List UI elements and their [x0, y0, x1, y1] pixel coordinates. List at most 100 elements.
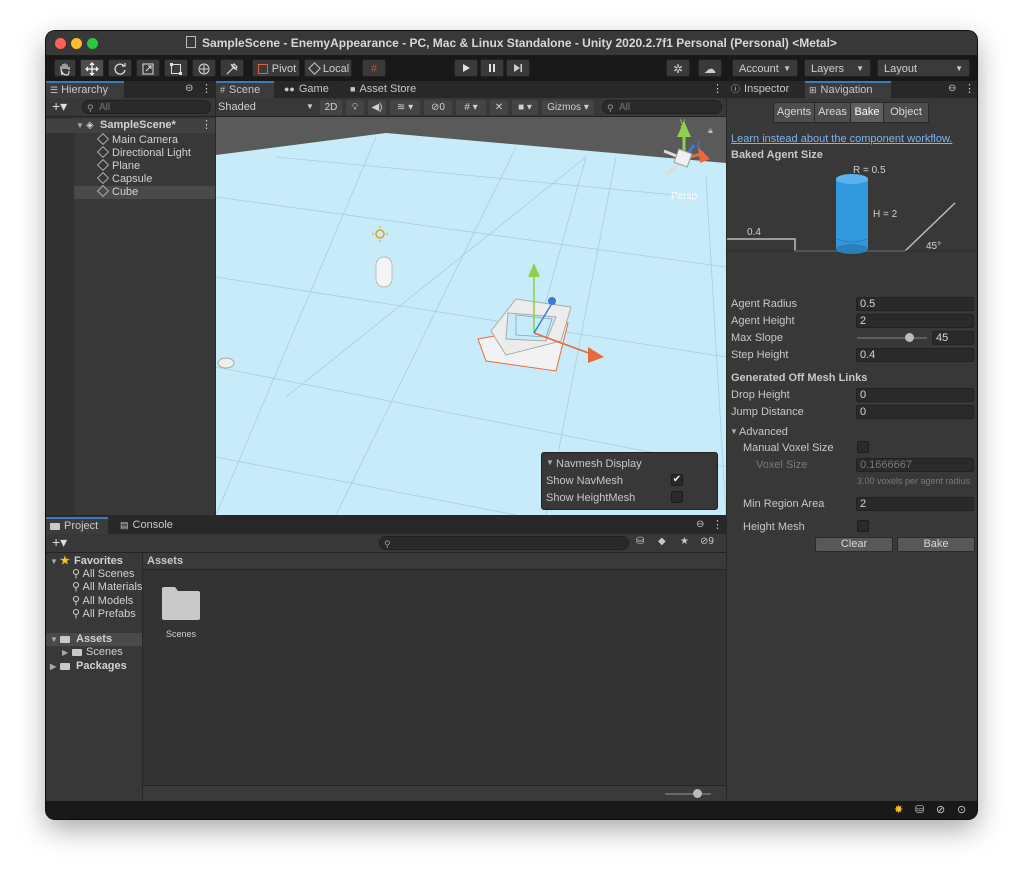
show-heightmesh-checkbox[interactable]: [671, 491, 683, 503]
tab-hierarchy[interactable]: ☰ Hierarchy: [46, 81, 124, 98]
segment-object[interactable]: Object: [884, 103, 928, 122]
lock-icon[interactable]: ⊖: [185, 83, 193, 94]
shading-mode-dropdown[interactable]: Shaded ▼: [218, 100, 314, 114]
hand-tool-button[interactable]: [54, 59, 76, 77]
pivot-toggle[interactable]: Pivot: [252, 59, 300, 77]
zoom-slider-track[interactable]: [665, 793, 711, 795]
advanced-foldout[interactable]: Advanced: [739, 426, 788, 438]
effects-dropdown[interactable]: ≋ ▾: [390, 100, 420, 115]
camera-dropdown[interactable]: ■ ▾: [512, 100, 538, 115]
toggle-2d-button[interactable]: 2D: [320, 100, 342, 115]
favorite-star-icon[interactable]: ★: [680, 536, 689, 547]
filter-by-type-icon[interactable]: ⛁: [636, 536, 644, 547]
grid-dropdown[interactable]: # ▾: [456, 100, 486, 115]
scenes-folder-row[interactable]: ▶ Scenes: [46, 646, 142, 659]
scene-row[interactable]: ▼ ◈ SampleScene* ⋮: [46, 119, 215, 133]
component-workflow-link[interactable]: Learn instead about the component workfl…: [731, 133, 952, 145]
perspective-label[interactable]: Persp: [671, 191, 698, 202]
assets-folder-row[interactable]: ▼ Assets: [46, 633, 142, 646]
clear-button[interactable]: Clear: [815, 537, 893, 552]
move-tool-button[interactable]: [80, 59, 104, 77]
pause-button[interactable]: [480, 59, 504, 77]
camera-gizmo-icon[interactable]: [217, 357, 235, 369]
progress-icon[interactable]: ✸: [894, 803, 903, 816]
min-region-field[interactable]: 2: [856, 497, 974, 511]
create-asset-button[interactable]: +▾: [52, 534, 67, 551]
bake-button[interactable]: Bake: [897, 537, 975, 552]
agent-height-field[interactable]: 2: [856, 314, 974, 328]
capsule-object[interactable]: [375, 256, 393, 288]
rect-tool-button[interactable]: [164, 59, 188, 77]
hidden-objects-toggle[interactable]: ⊘0: [424, 100, 452, 115]
segment-bake[interactable]: Bake: [851, 103, 884, 122]
asset-item-scenes[interactable]: Scenes: [161, 585, 201, 647]
hierarchy-item-directional-light[interactable]: Directional Light: [46, 145, 215, 160]
segment-agents[interactable]: Agents: [774, 103, 815, 122]
hierarchy-item-capsule[interactable]: Capsule: [46, 171, 215, 186]
step-button[interactable]: [506, 59, 530, 77]
tab-project[interactable]: Project: [46, 517, 108, 534]
favorite-item[interactable]: ⚲ All Materials: [72, 581, 142, 594]
max-slope-slider-track[interactable]: [857, 337, 927, 339]
hierarchy-item-plane[interactable]: Plane: [46, 158, 215, 173]
jump-distance-field[interactable]: 0: [856, 405, 974, 419]
kebab-menu-icon[interactable]: ⋮: [964, 82, 975, 95]
play-button[interactable]: [454, 59, 478, 77]
show-navmesh-checkbox[interactable]: ✔: [671, 474, 683, 486]
audio-toggle[interactable]: ◀): [368, 100, 386, 115]
collab-button[interactable]: ✲: [666, 59, 690, 77]
drop-height-field[interactable]: 0: [856, 388, 974, 402]
kebab-menu-icon[interactable]: ⋮: [201, 119, 212, 132]
max-slope-field[interactable]: 45: [932, 331, 974, 345]
debug-mode-icon[interactable]: ⊘: [936, 803, 945, 816]
kebab-menu-icon[interactable]: ⋮: [201, 82, 212, 95]
lock-icon[interactable]: ⊖: [696, 519, 704, 530]
hierarchy-search-input[interactable]: ⚲ All: [82, 100, 211, 114]
scene-search-input[interactable]: ⚲ All: [602, 100, 722, 114]
packages-folder-row[interactable]: ▶ Packages: [46, 660, 142, 673]
lighting-toggle[interactable]: 💡︎: [346, 100, 364, 115]
rotate-tool-button[interactable]: [108, 59, 132, 77]
height-mesh-checkbox[interactable]: [857, 520, 869, 532]
grid-snap-button[interactable]: #: [362, 59, 386, 77]
layers-dropdown[interactable]: Layers ▼: [804, 59, 871, 77]
filter-by-label-icon[interactable]: ◆: [658, 536, 666, 547]
lock-icon[interactable]: ⊖: [948, 83, 956, 94]
cache-server-icon[interactable]: ⛁: [915, 803, 924, 816]
cloud-button[interactable]: ☁: [698, 59, 722, 77]
kebab-menu-icon[interactable]: ⋮: [712, 82, 723, 95]
favorite-item[interactable]: ⚲ All Prefabs: [72, 608, 136, 621]
scale-tool-button[interactable]: [136, 59, 160, 77]
segment-areas[interactable]: Areas: [815, 103, 851, 122]
kebab-menu-icon[interactable]: ⋮: [712, 518, 723, 531]
custom-tool-button[interactable]: [220, 59, 244, 77]
step-height-field[interactable]: 0.4: [856, 348, 974, 362]
tab-game[interactable]: ●● Game: [280, 81, 338, 98]
chevron-down-icon[interactable]: ▼: [546, 458, 554, 467]
tab-inspector[interactable]: ⓘ Inspector: [727, 81, 801, 98]
tab-scene[interactable]: # Scene: [216, 81, 274, 98]
account-dropdown[interactable]: Account ▼: [732, 59, 798, 77]
max-slope-slider-thumb[interactable]: [905, 333, 914, 342]
tools-toggle[interactable]: ✕: [490, 100, 508, 115]
tab-console[interactable]: ▤ Console: [116, 517, 182, 534]
project-search-input[interactable]: ⚲: [379, 536, 629, 550]
gizmo-lock-icon[interactable]: 🔒︎: [708, 125, 713, 135]
favorites-header[interactable]: ▼ ★ Favorites: [46, 555, 142, 568]
local-toggle[interactable]: Local: [304, 59, 352, 77]
favorite-item[interactable]: ⚲ All Scenes: [72, 568, 135, 581]
agent-radius-field[interactable]: 0.5: [856, 297, 974, 311]
transform-tool-button[interactable]: [192, 59, 216, 77]
collab-status-icon[interactable]: ⊙: [957, 803, 966, 816]
gizmos-dropdown[interactable]: Gizmos ▾: [542, 100, 594, 115]
favorite-item[interactable]: ⚲ All Models: [72, 595, 133, 608]
layout-dropdown[interactable]: Layout ▼: [877, 59, 970, 77]
chevron-down-icon[interactable]: ▼: [730, 427, 738, 436]
hidden-packages-toggle[interactable]: ⊘9: [700, 536, 714, 547]
assets-breadcrumb[interactable]: Assets: [147, 555, 183, 567]
zoom-slider-thumb[interactable]: [692, 789, 702, 798]
tab-asset-store[interactable]: ■ Asset Store: [346, 81, 426, 98]
tab-navigation[interactable]: ⊞ Navigation: [805, 81, 891, 98]
manual-voxel-checkbox[interactable]: [857, 441, 869, 453]
hierarchy-item-main-camera[interactable]: Main Camera: [46, 132, 215, 147]
